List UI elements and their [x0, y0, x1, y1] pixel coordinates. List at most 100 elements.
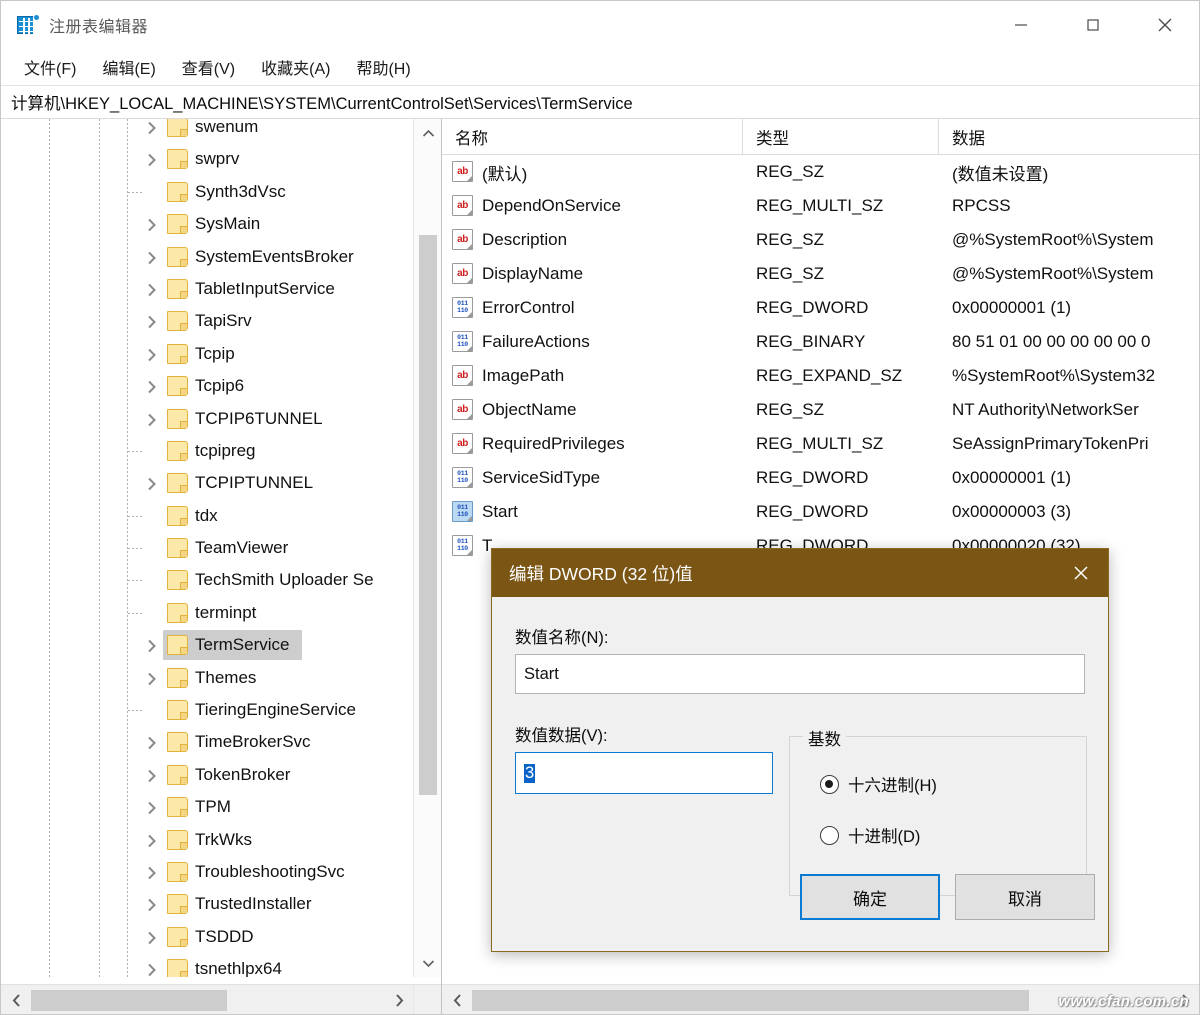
tree-item-tokenbroker[interactable]: TokenBroker — [1, 759, 414, 791]
value-name-input[interactable]: Start — [515, 654, 1085, 694]
chevron-right-icon[interactable] — [144, 152, 160, 168]
scroll-left-icon[interactable] — [1, 985, 31, 1014]
string-value-icon: ab — [452, 365, 473, 386]
address-bar[interactable]: 计算机\HKEY_LOCAL_MACHINE\SYSTEM\CurrentCon… — [1, 85, 1199, 119]
menu-help[interactable]: 帮助(H) — [346, 52, 420, 82]
cancel-button[interactable]: 取消 — [955, 874, 1095, 920]
chevron-right-icon[interactable] — [144, 768, 160, 784]
chevron-right-icon[interactable] — [144, 347, 160, 363]
chevron-right-icon[interactable] — [144, 476, 160, 492]
scroll-right-icon[interactable] — [384, 985, 414, 1014]
tree-item-tsddd[interactable]: TSDDD — [1, 921, 414, 953]
value-data-cell: 0x00000001 (1) — [952, 298, 1072, 317]
tree-item-trustedinstaller[interactable]: TrustedInstaller — [1, 888, 414, 920]
chevron-right-icon[interactable] — [144, 638, 160, 654]
column-type[interactable]: 类型 — [742, 119, 938, 155]
tree-item-techsmith-uploader-se[interactable]: TechSmith Uploader Se — [1, 564, 414, 596]
chevron-right-icon[interactable] — [144, 897, 160, 913]
dialog-close-icon[interactable] — [1054, 549, 1108, 597]
close-button[interactable] — [1129, 1, 1199, 48]
scroll-up-icon[interactable] — [414, 119, 441, 147]
tree-hscroll-thumb[interactable] — [31, 990, 227, 1011]
chevron-right-icon[interactable] — [144, 412, 160, 428]
tree-item-tcpiptunnel[interactable]: TCPIPTUNNEL — [1, 467, 414, 499]
tree-item-tabletinputservice[interactable]: TabletInputService — [1, 273, 414, 305]
tree-item-swprv[interactable]: swprv — [1, 143, 414, 175]
tree-item-timebrokersvc[interactable]: TimeBrokerSvc — [1, 726, 414, 758]
chevron-right-icon[interactable] — [144, 865, 160, 881]
scroll-down-icon[interactable] — [414, 949, 441, 977]
tree-item-synth3dvsc[interactable]: Synth3dVsc — [1, 176, 414, 208]
value-row[interactable]: ab DependOnService REG_MULTI_SZ RPCSS — [442, 189, 1199, 223]
tree-item-tcpip[interactable]: Tcpip — [1, 338, 414, 370]
folder-icon — [167, 408, 188, 429]
minimize-button[interactable] — [985, 1, 1057, 48]
menu-edit[interactable]: 编辑(E) — [92, 52, 165, 82]
tree-item-tsnethlpx64[interactable]: tsnethlpx64 — [1, 953, 414, 977]
value-row[interactable]: 011 110 ServiceSidType REG_DWORD 0x00000001 … — [442, 461, 1199, 495]
tree-item-troubleshootingsvc[interactable]: TroubleshootingSvc — [1, 856, 414, 888]
chevron-right-icon[interactable] — [144, 930, 160, 946]
tree-item-tcpip6[interactable]: Tcpip6 — [1, 370, 414, 402]
tree-item-label: TapiSrv — [195, 311, 252, 331]
value-row[interactable]: 011 110 ErrorControl REG_DWORD 0x00000001 (1… — [442, 291, 1199, 325]
tree-item-label: TermService — [195, 635, 290, 655]
registry-tree: swenum swprv Synth3dVsc SysMain SystemEvents… — [1, 119, 414, 977]
value-row[interactable]: ab (默认) REG_SZ (数值未设置) — [442, 155, 1199, 189]
value-row[interactable]: ab ObjectName REG_SZ NT Authority\NetworkSe… — [442, 393, 1199, 427]
list-hscroll-thumb[interactable] — [472, 990, 1029, 1011]
ok-button[interactable]: 确定 — [800, 874, 940, 920]
tree-item-terminpt[interactable]: terminpt — [1, 597, 414, 629]
tree-item-tcpipreg[interactable]: tcpipreg — [1, 435, 414, 467]
radio-decimal-indicator[interactable] — [820, 825, 839, 845]
chevron-right-icon[interactable] — [144, 833, 160, 849]
chevron-right-icon[interactable] — [144, 671, 160, 687]
menu-favorites[interactable]: 收藏夹(A) — [251, 52, 340, 82]
tree-item-tcpip6tunnel[interactable]: TCPIP6TUNNEL — [1, 403, 414, 435]
tree-item-swenum[interactable]: swenum — [1, 119, 414, 143]
chevron-right-icon[interactable] — [144, 800, 160, 816]
tree-scroll-thumb[interactable] — [419, 235, 437, 795]
list-scroll-right-icon[interactable] — [1170, 985, 1199, 1014]
tree-item-label: swprv — [195, 149, 240, 169]
value-row[interactable]: 011 110 Start REG_DWORD 0x00000003 (3) — [442, 495, 1199, 529]
tree-item-sysmain[interactable]: SysMain — [1, 208, 414, 240]
menu-file[interactable]: 文件(F) — [14, 52, 86, 82]
tree-item-termservice[interactable]: TermService — [1, 629, 414, 661]
tree-item-systemeventsbroker[interactable]: SystemEventsBroker — [1, 241, 414, 273]
chevron-right-icon[interactable] — [144, 120, 160, 136]
chevron-right-icon[interactable] — [144, 379, 160, 395]
radio-hexadecimal-indicator[interactable] — [820, 774, 839, 794]
radio-hexadecimal[interactable]: 十六进制(H) — [820, 772, 937, 796]
chevron-right-icon[interactable] — [144, 282, 160, 298]
tree-item-tieringengineservice[interactable]: TieringEngineService — [1, 694, 414, 726]
tree-item-trkwks[interactable]: TrkWks — [1, 824, 414, 856]
maximize-button[interactable] — [1057, 1, 1129, 48]
value-row[interactable]: ab DisplayName REG_SZ @%SystemRoot%\System — [442, 257, 1199, 291]
menu-view[interactable]: 查看(V) — [172, 52, 245, 82]
value-type-cell: REG_MULTI_SZ — [756, 196, 884, 215]
chevron-right-icon[interactable] — [144, 250, 160, 266]
chevron-right-icon[interactable] — [144, 314, 160, 330]
tree-item-tdx[interactable]: tdx — [1, 500, 414, 532]
value-name-cell: ObjectName — [482, 400, 577, 419]
value-row[interactable]: ab ImagePath REG_EXPAND_SZ %SystemRoot%\Sys… — [442, 359, 1199, 393]
chevron-right-icon[interactable] — [144, 217, 160, 233]
list-scroll-left-icon[interactable] — [442, 985, 472, 1014]
radio-decimal[interactable]: 十进制(D) — [820, 823, 920, 847]
column-data[interactable]: 数据 — [938, 119, 1199, 155]
value-row[interactable]: ab RequiredPrivileges REG_MULTI_SZ SeAssign… — [442, 427, 1199, 461]
value-row[interactable]: 011 110 FailureActions REG_BINARY 80 51 01 0… — [442, 325, 1199, 359]
tree-item-themes[interactable]: Themes — [1, 662, 414, 694]
chevron-right-icon[interactable] — [144, 735, 160, 751]
tree-item-tapisrv[interactable]: TapiSrv — [1, 305, 414, 337]
value-row[interactable]: ab Description REG_SZ @%SystemRoot%\System — [442, 223, 1199, 257]
list-horizontal-scrollbar[interactable] — [442, 984, 1199, 1014]
tree-vertical-scrollbar[interactable] — [413, 119, 441, 977]
tree-horizontal-scrollbar[interactable] — [1, 984, 414, 1014]
tree-item-tpm[interactable]: TPM — [1, 791, 414, 823]
column-name[interactable]: 名称 — [442, 119, 742, 155]
tree-item-teamviewer[interactable]: TeamViewer — [1, 532, 414, 564]
value-data-input[interactable]: 3 — [515, 752, 773, 794]
chevron-right-icon[interactable] — [144, 962, 160, 977]
